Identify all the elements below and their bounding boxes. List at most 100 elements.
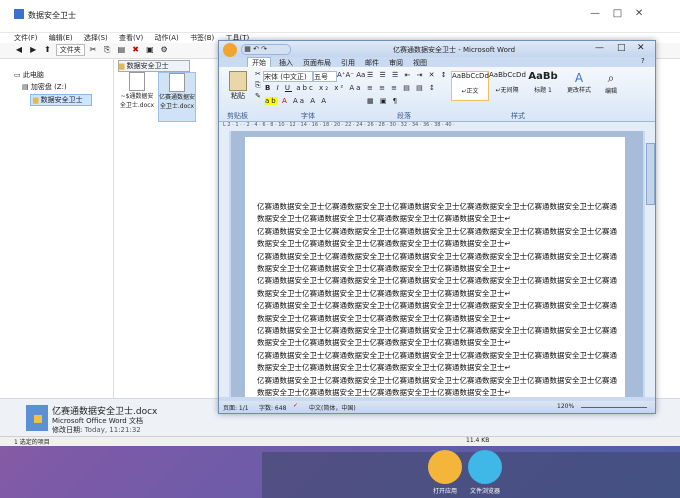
open-app-icon[interactable] [428, 450, 462, 484]
folder-lock-icon [26, 405, 48, 431]
help-icon[interactable]: ? [641, 57, 645, 65]
document-line[interactable]: 亿赛通数据安全卫士亿赛通数据安全卫士亿赛通数据安全卫士亿赛通数据安全卫士亿赛通数… [257, 201, 617, 213]
document-line[interactable]: 数据安全卫士亿赛通数据安全卫士亿赛通数据安全卫士亿赛通数据安全卫士↵ [257, 337, 617, 349]
explorer-title-bar: 数据安全卫士 — □ ✕ [0, 0, 680, 33]
style-no-spacing[interactable]: AaBbCcDd ↵无间隔 [489, 71, 526, 99]
menu-action[interactable]: 动作(A) [155, 34, 179, 42]
selection-status: 1 选定的项目 [14, 439, 50, 446]
document-line[interactable]: 数据安全卫士亿赛通数据安全卫士亿赛通数据安全卫士亿赛通数据安全卫士↵ [257, 263, 617, 275]
style-label: ↵无间隔 [495, 87, 519, 94]
file-item-temp[interactable]: ~$通数据安全卫士.docx [118, 72, 156, 120]
document-line[interactable]: 亿赛通数据安全卫士亿赛通数据安全卫士亿赛通数据安全卫士亿赛通数据安全卫士亿赛通数… [257, 251, 617, 263]
list-buttons[interactable]: ☰ ☰ ☰ ⇤ ⇥ ✕ ↕ [367, 71, 449, 79]
document-area[interactable]: 亿赛通数据安全卫士亿赛通数据安全卫士亿赛通数据安全卫士亿赛通数据安全卫士亿赛通数… [231, 131, 643, 397]
maximize-button[interactable]: □ [617, 43, 626, 53]
menu-view[interactable]: 查看(V) [119, 34, 143, 42]
font-name-select[interactable]: 宋体 (中文正) [263, 71, 313, 82]
up-icon[interactable]: ⬆ [42, 45, 52, 55]
detail-modified: 修改日期: Today, 11:21:32 [52, 425, 141, 435]
properties-icon[interactable]: ▣ [145, 45, 155, 55]
window-controls[interactable]: — □ ✕ [590, 8, 670, 22]
font-grow-icons[interactable]: A⁺A⁻ Aa [337, 71, 365, 79]
lock-icon [34, 415, 42, 423]
settings-icon[interactable]: ⚙ [159, 45, 169, 55]
horizontal-ruler[interactable]: L 2 · 1 · · 2 · 4 · 6 · 8 · 10 · 12 · 14… [219, 122, 655, 131]
document-line[interactable]: 数据安全卫士亿赛通数据安全卫士亿赛通数据安全卫士亿赛通数据安全卫士↵ [257, 387, 617, 397]
group-font-label: 字体 [301, 112, 315, 120]
document-line[interactable]: 亿赛通数据安全卫士亿赛通数据安全卫士亿赛通数据安全卫士亿赛通数据安全卫士亿赛通数… [257, 300, 617, 312]
word-title-bar: ▦ ↶ ↷ 亿赛通数据安全卫士 - Microsoft Word — □ ✕ [219, 41, 655, 57]
document-line[interactable]: 亿赛通数据安全卫士亿赛通数据安全卫士亿赛通数据安全卫士亿赛通数据安全卫士亿赛通数… [257, 375, 617, 387]
close-button[interactable]: ✕ [637, 43, 645, 53]
paste-icon[interactable]: ▤ [116, 45, 126, 55]
menu-bookmarks[interactable]: 书签(B) [190, 34, 214, 42]
document-text[interactable]: 亿赛通数据安全卫士亿赛通数据安全卫士亿赛通数据安全卫士亿赛通数据安全卫士亿赛通数… [257, 201, 617, 397]
quick-access-toolbar[interactable]: ▦ ↶ ↷ [241, 44, 291, 55]
file-browser-icon[interactable] [468, 450, 502, 484]
back-icon[interactable]: ◀ [14, 45, 24, 55]
font-size-select[interactable]: 五号 [313, 71, 337, 82]
file-name: ~$通数据安全卫士.docx [119, 93, 155, 109]
document-line[interactable]: 亿赛通数据安全卫士亿赛通数据安全卫士亿赛通数据安全卫士亿赛通数据安全卫士亿赛通数… [257, 226, 617, 238]
ruler-ticks: L 2 · 1 · · 2 · 4 · 6 · 8 · 10 · 12 · 14… [223, 122, 455, 128]
menu-edit[interactable]: 编辑(E) [49, 34, 73, 42]
document-line[interactable]: 数据安全卫士亿赛通数据安全卫士亿赛通数据安全卫士亿赛通数据安全卫士↵ [257, 213, 617, 225]
group-styles-label: 样式 [511, 112, 525, 120]
document-line[interactable]: 亿赛通数据安全卫士亿赛通数据安全卫士亿赛通数据安全卫士亿赛通数据安全卫士亿赛通数… [257, 325, 617, 337]
tree-label-drive: 加密盘 (Z:) [30, 83, 67, 91]
page-count[interactable]: 页面: 1/1 [223, 403, 249, 412]
style-normal[interactable]: AaBbCcDd ↵正文 [451, 71, 489, 101]
editing-button[interactable]: ⌕ 编辑 [597, 71, 625, 107]
proofing-icon[interactable]: ✓ [293, 402, 298, 409]
vertical-scrollbar[interactable] [645, 131, 655, 397]
group-paragraph-label: 段落 [397, 112, 411, 120]
delete-icon[interactable]: ✖ [131, 45, 141, 55]
tree-item-pc[interactable]: ▭ 此电脑 [0, 58, 113, 80]
forward-icon[interactable]: ▶ [28, 45, 38, 55]
format-painter-icon[interactable]: ✎ [255, 91, 265, 102]
style-label: ↵正文 [461, 88, 479, 95]
format-buttons[interactable]: B I U abc x₂ x² Aa [265, 84, 362, 92]
tree-item-drive[interactable]: ▤ 加密盘 (Z:) [0, 80, 113, 92]
file-item-docx[interactable]: 亿赛通数据安全卫士.docx [158, 72, 196, 122]
style-heading1[interactable]: AaBb 标题 1 [527, 71, 559, 99]
document-line[interactable]: 数据安全卫士亿赛通数据安全卫士亿赛通数据安全卫士亿赛通数据安全卫士↵ [257, 288, 617, 300]
document-line[interactable]: 亿赛通数据安全卫士亿赛通数据安全卫士亿赛通数据安全卫士亿赛通数据安全卫士亿赛通数… [257, 350, 617, 362]
language-status[interactable]: 中文(简体，中国) [309, 403, 356, 412]
menu-select[interactable]: 选择(S) [84, 34, 108, 42]
change-styles-label: 更改样式 [566, 87, 591, 94]
paste-icon[interactable] [229, 71, 247, 91]
drive-icon: ▤ [22, 83, 31, 91]
zoom-level[interactable]: 120% [557, 403, 574, 410]
document-line[interactable]: 数据安全卫士亿赛通数据安全卫士亿赛通数据安全卫士亿赛通数据安全卫士↵ [257, 362, 617, 374]
zoom-slider[interactable] [581, 407, 647, 408]
document-line[interactable]: 数据安全卫士亿赛通数据安全卫士亿赛通数据安全卫士亿赛通数据安全卫士↵ [257, 238, 617, 250]
document-line[interactable]: 数据安全卫士亿赛通数据安全卫士亿赛通数据安全卫士亿赛通数据安全卫士↵ [257, 313, 617, 325]
document-page[interactable]: 亿赛通数据安全卫士亿赛通数据安全卫士亿赛通数据安全卫士亿赛通数据安全卫士亿赛通数… [245, 137, 625, 397]
change-styles-button[interactable]: A 更改样式 [563, 71, 595, 107]
tree-item-folder[interactable]: ▆ 数据安全卫士 [30, 94, 92, 106]
scroll-thumb[interactable] [646, 143, 655, 205]
location-tab[interactable]: ▆ 数据安全卫士 [118, 60, 190, 72]
word-title: 亿赛通数据安全卫士 - Microsoft Word [393, 46, 516, 54]
file-name: 亿赛通数据安全卫士.docx [159, 94, 196, 110]
vertical-ruler[interactable] [219, 131, 229, 397]
paste-label[interactable]: 粘贴 [223, 91, 253, 101]
app-logo-icon [14, 9, 24, 19]
document-line[interactable]: 亿赛通数据安全卫士亿赛通数据安全卫士亿赛通数据安全卫士亿赛通数据安全卫士亿赛通数… [257, 275, 617, 287]
copy-icon[interactable]: ⎘ [102, 45, 112, 55]
menu-file[interactable]: 文件(F) [14, 34, 38, 42]
folder-icon: ▆ [33, 96, 41, 104]
word-status-bar: 页面: 1/1 字数: 648 ✓ 中文(简体，中国) 120% [219, 401, 655, 413]
minimize-button[interactable]: — [595, 43, 604, 53]
folder-button[interactable]: 文件夹 [55, 44, 85, 56]
align-buttons[interactable]: ≡ ≡ ≡ ▤ ▤ ↕ [367, 84, 437, 92]
office-button-icon[interactable] [223, 43, 237, 57]
word-count[interactable]: 字数: 648 [259, 403, 286, 412]
color-buttons[interactable]: ab A Aa A A [265, 97, 328, 105]
folder-tree: ▭ 此电脑 ▤ 加密盘 (Z:) ▆ 数据安全卫士 [0, 58, 114, 398]
document-icon [169, 73, 185, 92]
binoculars-icon: ⌕ [607, 71, 615, 85]
shading-buttons[interactable]: ▦ ▣ ¶ [367, 97, 399, 105]
cut-icon[interactable]: ✂ [88, 45, 98, 55]
